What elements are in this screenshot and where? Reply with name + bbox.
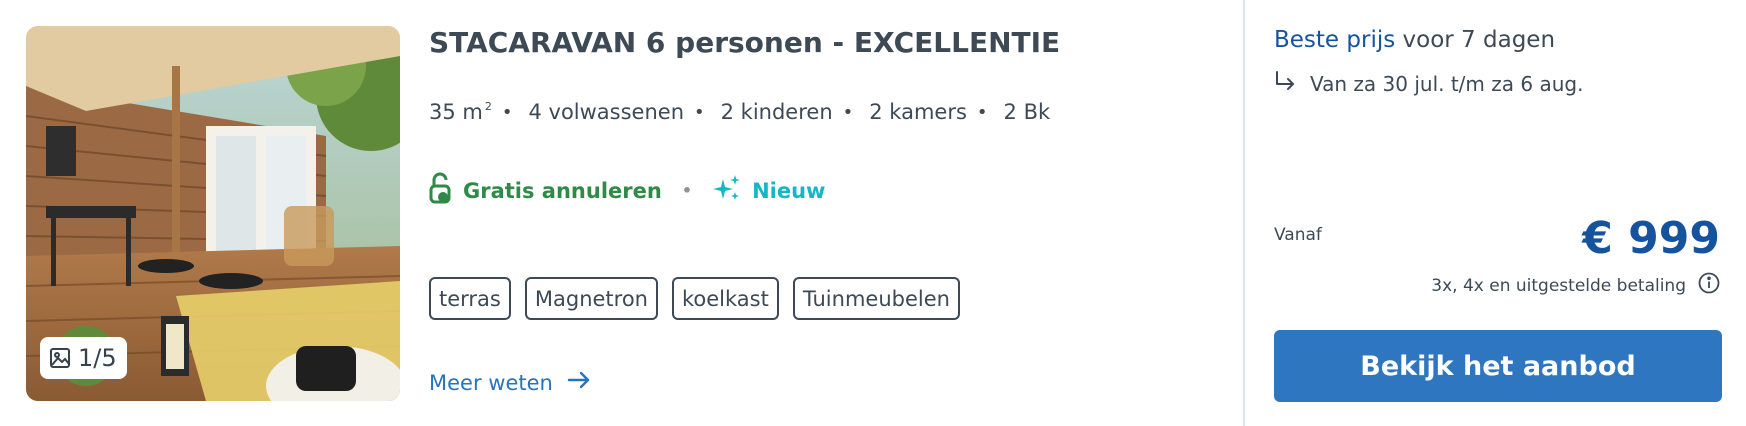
amenity-tag: Tuinmeubelen [792, 277, 960, 320]
spec-area: 35 m2 [429, 100, 492, 124]
view-offer-button[interactable]: Bekijk het aanbod [1274, 330, 1722, 402]
listing-card: 1/5 STACARAVAN 6 personen - EXCELLENTIE … [0, 0, 1746, 426]
payment-note: 3x, 4x en uitgestelde betaling [1431, 275, 1686, 296]
best-price-heading: Beste prijs voor 7 dagen [1274, 27, 1556, 53]
return-arrow-icon [1274, 70, 1296, 97]
amenity-tag: koelkast [672, 277, 779, 320]
amenity-tag: Magnetron [524, 277, 658, 320]
stay-dates: Van za 30 jul. t/m za 6 aug. [1274, 70, 1583, 97]
info-icon[interactable] [1698, 272, 1720, 299]
spec-separator: • [842, 101, 854, 123]
listing-features: Gratis annuleren • Nieuw [429, 172, 825, 209]
listing-photo[interactable]: 1/5 [26, 26, 400, 401]
free-cancellation-label: Gratis annuleren [463, 178, 662, 203]
unlock-icon [429, 172, 451, 209]
spec-separator: • [501, 101, 513, 123]
free-cancellation: Gratis annuleren [429, 172, 662, 209]
spec-bathrooms: 2 Bk [1003, 100, 1051, 124]
from-label: Vanaf [1274, 225, 1322, 245]
amenity-tags: terras Magnetron koelkast Tuinmeubelen [429, 277, 960, 320]
listing-title[interactable]: STACARAVAN 6 personen - EXCELLENTIE [429, 26, 1060, 59]
spec-children: 2 kinderen [720, 100, 833, 124]
payment-options: 3x, 4x en uitgestelde betaling [1431, 272, 1720, 299]
more-info-label: Meer weten [429, 370, 553, 395]
new-label: Nieuw [752, 178, 826, 203]
sparkles-icon [712, 173, 742, 208]
spec-separator: • [976, 101, 988, 123]
amenity-tag: terras [429, 277, 511, 320]
photo-counter-text: 1/5 [78, 344, 117, 372]
price-value: € 999 [1582, 213, 1720, 264]
new-badge: Nieuw [712, 173, 825, 208]
spec-adults: 4 volwassenen [528, 100, 685, 124]
listing-specs: 35 m2 • 4 volwassenen • 2 kinderen • 2 k… [429, 100, 1050, 124]
feature-separator: • [681, 181, 693, 200]
image-icon [48, 346, 72, 370]
arrow-right-icon [567, 370, 591, 395]
column-divider [1243, 0, 1245, 426]
photo-counter[interactable]: 1/5 [40, 337, 127, 379]
more-info-link[interactable]: Meer weten [429, 370, 591, 395]
stay-dates-text: Van za 30 jul. t/m za 6 aug. [1310, 71, 1584, 96]
spec-rooms: 2 kamers [869, 100, 967, 124]
spec-separator: • [694, 101, 705, 123]
